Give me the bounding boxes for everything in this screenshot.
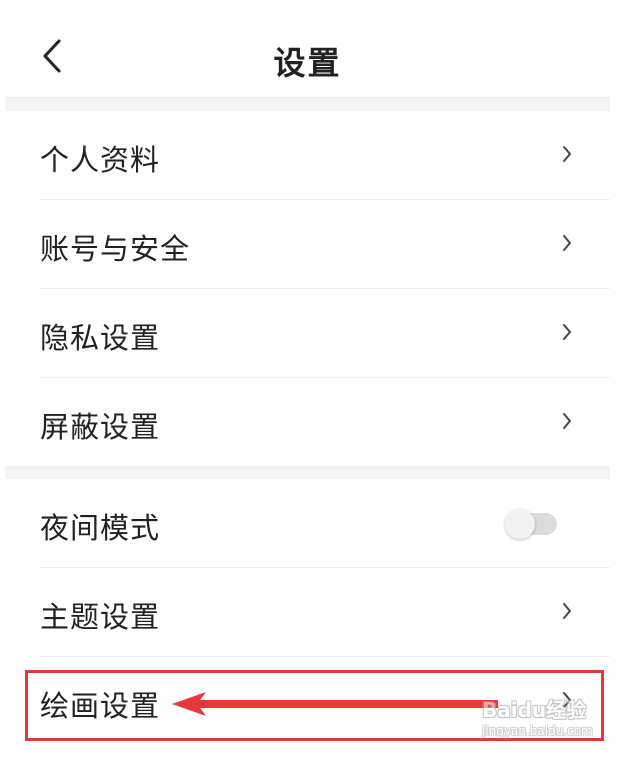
- settings-group-display: 夜间模式 主题设置 绘画设置: [5, 479, 610, 759]
- chevron-right-icon: [563, 413, 571, 429]
- chevron-right-icon: [563, 692, 571, 708]
- header-bar: 设置: [5, 0, 610, 98]
- settings-item-label: 隐私设置: [40, 321, 161, 355]
- settings-item-block[interactable]: 屏蔽设置: [5, 378, 610, 467]
- settings-screen: 设置 个人资料 账号与安全 隐私设置 屏蔽设置 夜间模式 主题设置 绘画设置: [5, 0, 610, 759]
- settings-item-theme[interactable]: 主题设置: [5, 568, 610, 657]
- settings-group-account: 个人资料 账号与安全 隐私设置 屏蔽设置: [5, 111, 610, 466]
- settings-item-label: 屏蔽设置: [40, 410, 161, 444]
- settings-item-night-mode: 夜间模式: [5, 479, 610, 568]
- night-mode-toggle[interactable]: [505, 509, 559, 539]
- settings-item-label: 账号与安全: [40, 232, 191, 266]
- page-title: 设置: [273, 44, 342, 82]
- settings-item-drawing[interactable]: 绘画设置: [5, 657, 610, 746]
- settings-item-profile[interactable]: 个人资料: [5, 111, 610, 200]
- settings-item-label: 主题设置: [40, 600, 161, 634]
- chevron-right-icon: [563, 235, 571, 251]
- settings-item-label: 绘画设置: [40, 689, 161, 723]
- chevron-right-icon: [563, 603, 571, 619]
- settings-item-account-security[interactable]: 账号与安全: [5, 200, 610, 289]
- chevron-right-icon: [563, 146, 571, 162]
- chevron-right-icon: [563, 324, 571, 340]
- toggle-knob: [505, 509, 535, 539]
- settings-item-label: 个人资料: [40, 143, 161, 177]
- settings-item-privacy[interactable]: 隐私设置: [5, 289, 610, 378]
- settings-item-label: 夜间模式: [40, 511, 161, 545]
